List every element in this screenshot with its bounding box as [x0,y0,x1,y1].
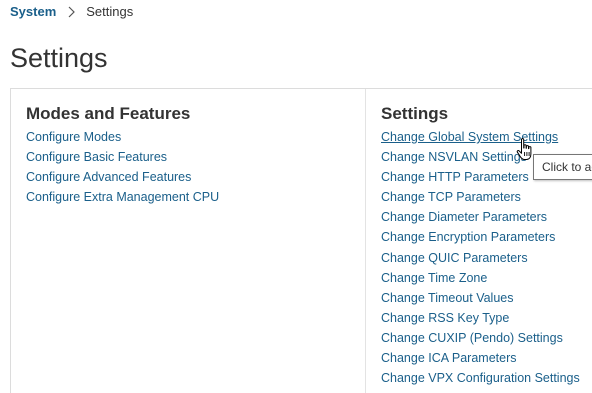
change-ica-parameters-link[interactable]: Change ICA Parameters [381,348,580,368]
breadcrumb-current: Settings [86,4,134,19]
configure-extra-management-cpu-link[interactable]: Configure Extra Management CPU [26,187,219,207]
column-divider [365,89,366,393]
change-cuxip-pendo-settings-link[interactable]: Change CUXIP (Pendo) Settings [381,328,580,348]
tooltip: Click to ac [533,154,592,180]
change-quic-parameters-link[interactable]: Change QUIC Parameters [381,248,580,268]
change-tcp-parameters-link[interactable]: Change TCP Parameters [381,187,580,207]
settings-section-title: Settings [381,104,449,123]
change-time-zone-link[interactable]: Change Time Zone [381,268,580,288]
configure-modes-link[interactable]: Configure Modes [26,127,219,147]
modes-link-list: Configure Modes Configure Basic Features… [26,127,219,207]
change-encryption-parameters-link[interactable]: Change Encryption Parameters [381,227,580,247]
configure-basic-features-link[interactable]: Configure Basic Features [26,147,219,167]
modes-section-title: Modes and Features [26,104,191,123]
page-title: Settings [10,43,108,73]
change-timeout-values-link[interactable]: Change Timeout Values [381,288,580,308]
change-vpx-configuration-settings-link[interactable]: Change VPX Configuration Settings [381,368,580,388]
hand-pointer-cursor-icon [516,138,532,160]
change-rss-key-type-link[interactable]: Change RSS Key Type [381,308,580,328]
breadcrumb-system-link[interactable]: System [10,4,56,20]
change-global-system-settings-link[interactable]: Change Global System Settings [381,127,580,147]
change-diameter-parameters-link[interactable]: Change Diameter Parameters [381,207,580,227]
configure-advanced-features-link[interactable]: Configure Advanced Features [26,167,219,187]
chevron-right-icon [68,6,76,18]
breadcrumb: System Settings [10,4,133,20]
